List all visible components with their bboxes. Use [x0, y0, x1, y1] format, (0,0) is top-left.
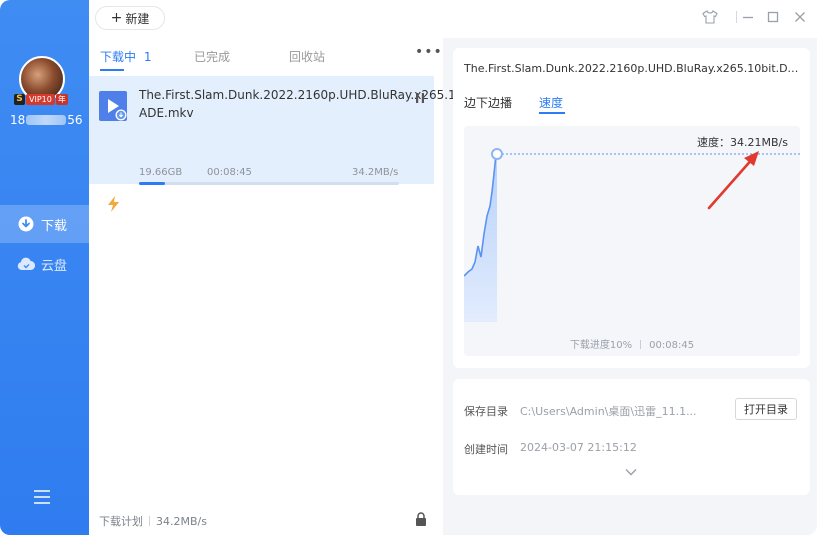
- download-list-panel: 下载中 1 已完成 回收站 ••• The.First.Slam.Dunk.20…: [89, 38, 616, 535]
- task-elapsed: 00:08:45: [207, 167, 252, 178]
- current-speed-label: 速度：34.21MB/s: [697, 136, 788, 149]
- detail-title: The.First.Slam.Dunk.2022.2160p.UHD.BluRa…: [464, 62, 799, 75]
- task-tabs: 下载中 1 已完成 回收站 •••: [89, 38, 443, 74]
- nav-cloud-label: 云盘: [41, 258, 68, 274]
- lock-icon[interactable]: [415, 512, 427, 526]
- current-speed-marker: [491, 148, 503, 160]
- save-dir-value: C:\Users\Admin\桌面\迅雷_11.1...: [520, 405, 697, 418]
- chevron-down-icon[interactable]: [625, 468, 637, 476]
- tab-active-indicator: [100, 69, 124, 71]
- chart-label-divider: [640, 340, 642, 349]
- skin-icon[interactable]: [702, 9, 718, 25]
- app-window: S VIP10 年 18 56 下载 云盘 + 新建 下载中 1 已完成 回收站…: [0, 0, 817, 535]
- vip-badge[interactable]: S VIP10 年: [14, 93, 68, 105]
- created-time-value: 2024-03-07 21:15:12: [520, 441, 637, 454]
- minimize-icon[interactable]: [740, 9, 756, 25]
- created-time-row: 创建时间 2024-03-07 21:15:12: [464, 441, 637, 457]
- download-icon: [17, 215, 35, 233]
- task-item[interactable]: The.First.Slam.Dunk.2022.2160p.UHD.BluRa…: [89, 76, 616, 212]
- new-task-label: 新建: [125, 11, 150, 26]
- nav-download[interactable]: 下载: [0, 205, 89, 243]
- user-id-mask: [26, 115, 67, 125]
- tab-downloading-count: 1: [143, 50, 152, 64]
- lightning-icon[interactable]: [107, 196, 121, 212]
- chart-progress-label: 下载进度10% 00:08:45: [464, 336, 800, 351]
- cloud-icon: [17, 255, 35, 273]
- task-info-panel: 保存目录 C:\Users\Admin\桌面\迅雷_11.1... 打开目录 创…: [453, 379, 810, 495]
- total-speed: 34.2MB/s: [156, 514, 207, 528]
- save-dir-label: 保存目录: [464, 405, 508, 418]
- video-file-icon: [99, 91, 127, 121]
- speed-area: [464, 154, 497, 322]
- pause-icon[interactable]: [416, 93, 424, 103]
- task-progress-fill: [139, 182, 165, 185]
- user-id: 18 56: [10, 113, 83, 127]
- close-icon[interactable]: [792, 9, 808, 25]
- tab-completed[interactable]: 已完成: [194, 48, 230, 65]
- created-time-label: 创建时间: [464, 443, 508, 456]
- red-arrow-annotation: [707, 151, 759, 210]
- speed-graph: [464, 148, 800, 322]
- vip-level: VIP10: [26, 93, 55, 105]
- plus-icon: +: [110, 10, 123, 26]
- maximize-icon[interactable]: [765, 9, 781, 25]
- more-icon[interactable]: •••: [415, 44, 443, 60]
- speed-chart: 速度：34.21MB/s 下载进度10% 00:08:45: [464, 126, 800, 356]
- user-id-prefix: 18: [10, 113, 26, 127]
- tab-speed[interactable]: 速度: [539, 94, 563, 111]
- nav-download-label: 下载: [41, 218, 68, 234]
- user-id-suffix: 56: [67, 113, 83, 127]
- task-size: 19.66GB: [139, 167, 183, 178]
- task-progress-bar: [139, 182, 399, 185]
- tab-downloading[interactable]: 下载中 1: [100, 48, 151, 65]
- tab-recycle-bin[interactable]: 回收站: [289, 48, 325, 65]
- chart-elapsed: 00:08:45: [649, 340, 695, 351]
- task-filename: The.First.Slam.Dunk.2022.2160p.UHD.BluRa…: [139, 88, 616, 120]
- vip-year: 年: [55, 93, 68, 105]
- tab-stream-play[interactable]: 边下边播: [464, 94, 512, 111]
- new-task-button[interactable]: + 新建: [95, 6, 165, 30]
- save-dir-row: 保存目录 C:\Users\Admin\桌面\迅雷_11.1...: [464, 403, 697, 419]
- task-detail-panel: The.First.Slam.Dunk.2022.2160p.UHD.BluRa…: [453, 48, 810, 368]
- tab-downloading-label: 下载中: [100, 50, 137, 64]
- nav-cloud[interactable]: 云盘: [0, 245, 89, 283]
- chart-progress-text: 下载进度10%: [569, 340, 633, 351]
- task-speed: 34.2MB/s: [352, 167, 399, 178]
- sidebar: S VIP10 年 18 56 下载 云盘: [0, 0, 89, 535]
- open-directory-button[interactable]: 打开目录: [735, 398, 797, 420]
- download-plan[interactable]: 下载计划 34.2MB/s: [99, 513, 207, 529]
- svip-icon: S: [14, 93, 25, 105]
- footer-divider: [149, 516, 150, 526]
- download-plan-label: 下载计划: [99, 515, 143, 528]
- detail-tab-indicator: [539, 112, 565, 114]
- menu-icon[interactable]: [33, 489, 51, 505]
